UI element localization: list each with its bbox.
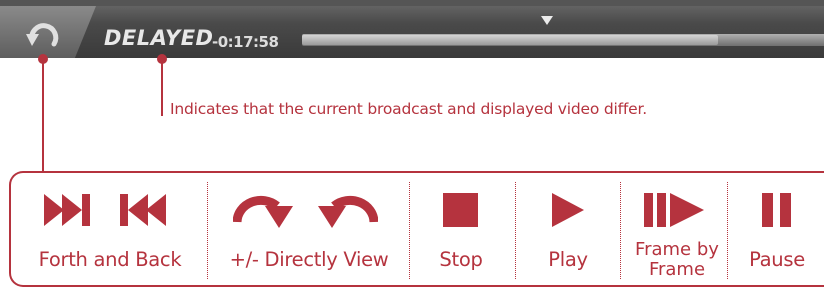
delay-offset-time: -0:17:58: [212, 33, 279, 51]
rotate-counterclockwise-icon: [316, 190, 378, 230]
legend-separator: [207, 182, 208, 279]
legend-label-frame-by-frame: Frame by Frame: [628, 240, 726, 280]
skip-back-icon: [120, 194, 168, 226]
delayed-explanation: Indicates that the current broadcast and…: [170, 100, 647, 118]
legend-label-play: Play: [548, 248, 588, 271]
rotate-clockwise-icon: [233, 190, 295, 230]
skip-forward-icon: [44, 194, 94, 226]
stop-icon: [443, 193, 478, 227]
play-icon: [552, 193, 584, 227]
playhead-marker[interactable]: [541, 16, 553, 25]
legend-label-pause: Pause: [749, 248, 805, 271]
delayed-status: DELAYED: [104, 26, 214, 50]
legend-separator: [515, 182, 516, 279]
legend-separator: [727, 182, 728, 279]
back-arrow-icon[interactable]: [24, 18, 64, 52]
legend-label-frame-line1: Frame by: [635, 239, 719, 260]
legend-label-directly-view: +/- Directly View: [229, 248, 389, 271]
frame-step-icon: [644, 193, 708, 227]
callout-line-back: [42, 60, 44, 173]
timeshift-bar-edge: [0, 0, 824, 6]
callout-line-delayed: [161, 60, 163, 116]
legend-label-forth-back: Forth and Back: [38, 248, 182, 271]
legend-label-frame-line2: Frame: [648, 259, 706, 280]
legend-separator: [620, 182, 621, 279]
pause-icon: [762, 193, 792, 227]
legend-label-stop: Stop: [439, 248, 483, 271]
legend-separator: [409, 182, 410, 279]
timeline-progress: [302, 35, 718, 45]
